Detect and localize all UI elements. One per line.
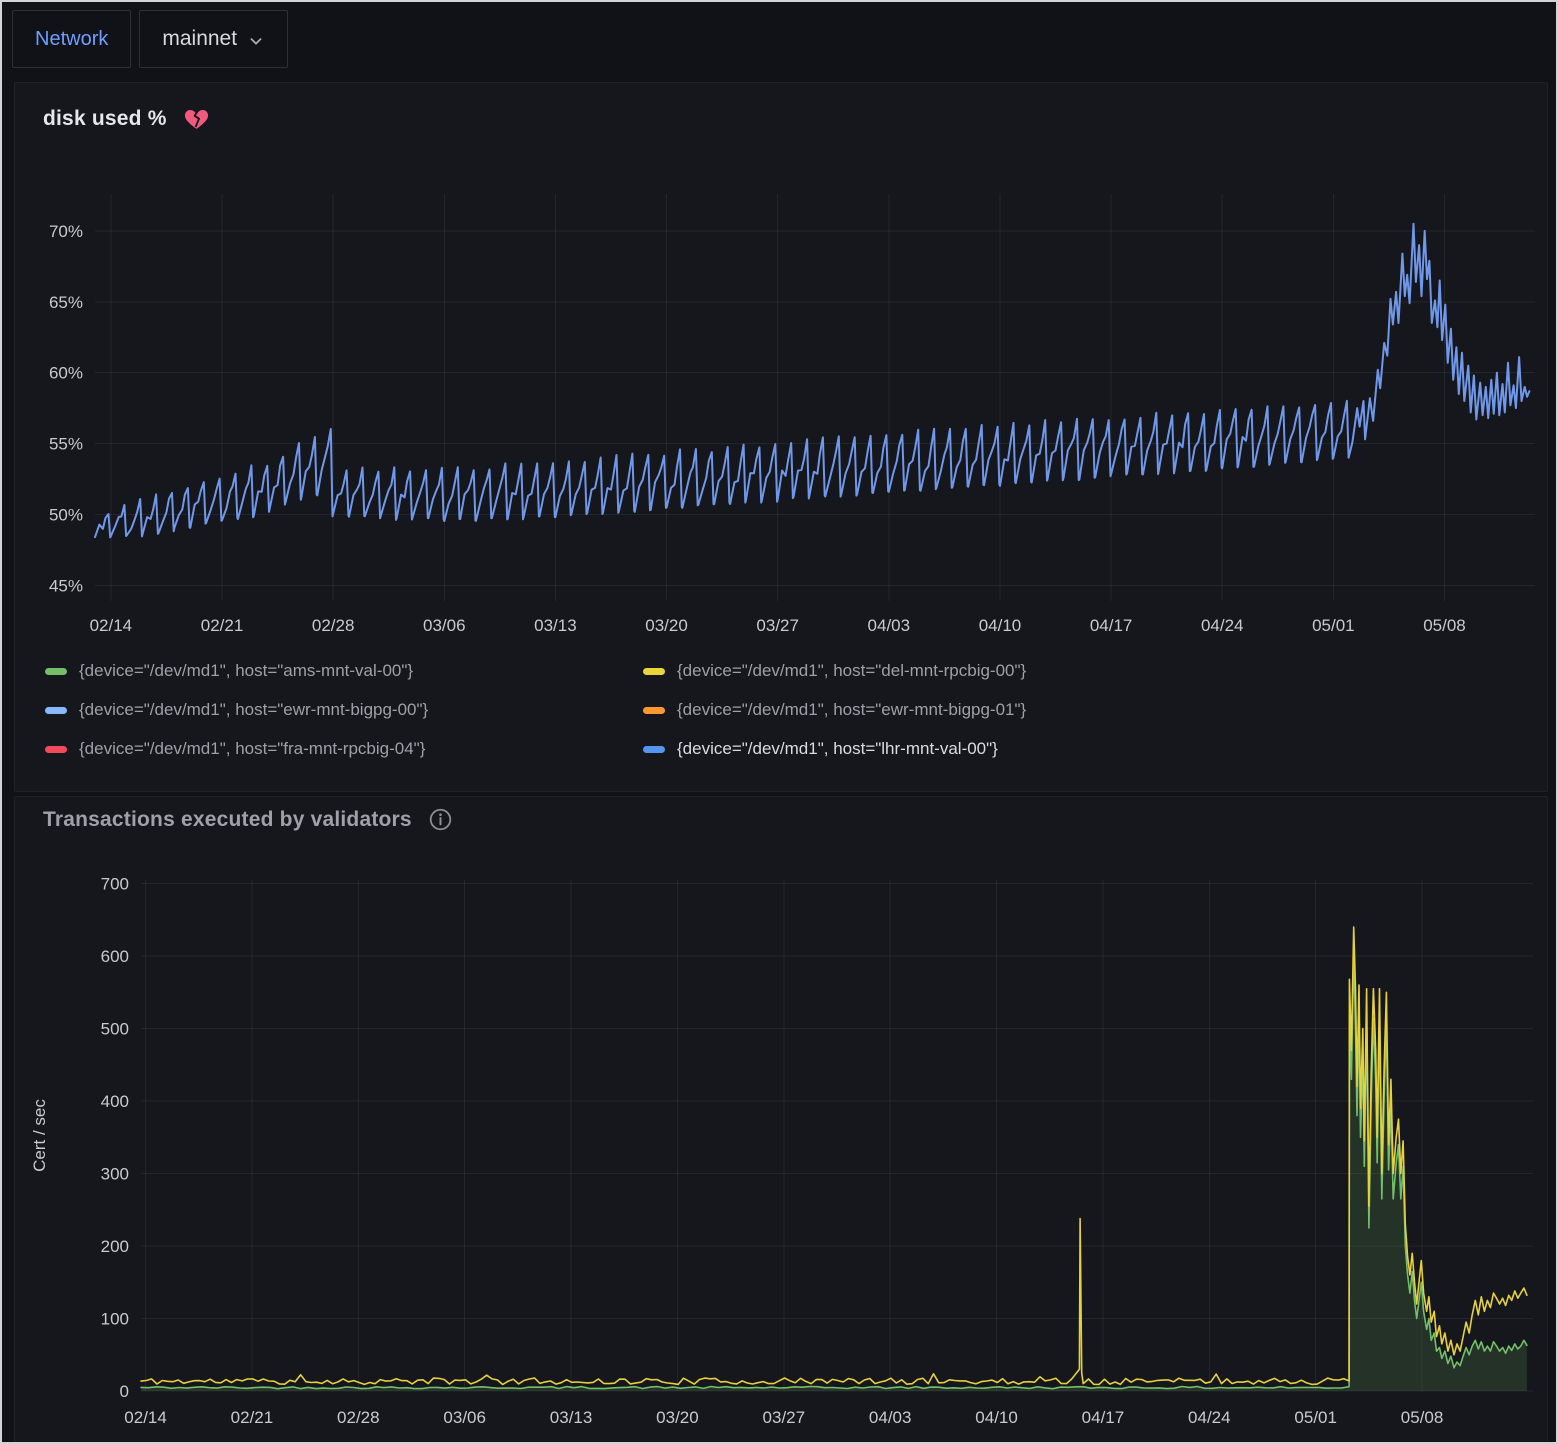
panel-title: Transactions executed by validators [43,808,412,832]
chevron-down-icon [247,32,265,50]
x-axis-tick: 03/27 [763,1408,806,1427]
y-axis-tick: 100 [101,1310,129,1329]
x-axis-tick: 02/28 [337,1408,380,1427]
legend-label: {device="/dev/md1", host="del-mnt-rpcbig… [677,661,1026,681]
legend-swatch-icon [643,746,665,753]
panel-disk-used-header: disk used % [43,105,210,132]
series-fill [141,949,1527,1391]
legend-swatch-icon [45,746,67,753]
dashboard: Network mainnet disk used % 45% 50% 55% 60%… [0,0,1558,1444]
x-axis-tick: 04/03 [868,616,911,635]
y-axis-tick: 65% [49,293,83,312]
x-axis-tick: 03/20 [645,616,688,635]
legend-swatch-icon [643,707,665,714]
disk-used-legend: {device="/dev/md1", host="ams-mnt-val-00… [45,661,1026,759]
x-axis-tick: 05/08 [1401,1408,1444,1427]
legend-label: {device="/dev/md1", host="lhr-mnt-val-00… [677,739,998,759]
y-axis-tick: 50% [49,505,83,524]
panel-transactions: Transactions executed by validators 0 100… [14,796,1548,1444]
legend-swatch-icon [45,707,67,714]
network-variable-dropdown[interactable]: mainnet [139,10,288,68]
x-axis-tick: 03/13 [534,616,577,635]
network-value: mainnet [162,27,237,51]
legend-item[interactable]: {device="/dev/md1", host="ewr-mnt-bigpg-… [45,700,643,720]
legend-label: {device="/dev/md1", host="ams-mnt-val-00… [79,661,413,681]
variables-bar: Network mainnet [12,10,288,68]
x-axis-tick: 02/14 [124,1408,167,1427]
info-icon[interactable] [428,807,453,832]
legend-item[interactable]: {device="/dev/md1", host="lhr-mnt-val-00… [643,739,1026,759]
x-axis-tick: 02/21 [201,616,244,635]
x-axis-tick: 04/17 [1082,1408,1125,1427]
series-line [95,224,1529,538]
legend-swatch-icon [45,668,67,675]
transactions-chart[interactable]: 0 100 200 300 400 500 600 700 02/14 02/21 02/28 03/… [15,847,1549,1444]
x-axis-tick: 03/20 [656,1408,699,1427]
legend-item[interactable]: {device="/dev/md1", host="del-mnt-rpcbig… [643,661,1026,681]
x-axis-tick: 02/14 [90,616,133,635]
y-axis-tick: 0 [120,1382,129,1401]
broken-heart-icon [183,105,210,132]
x-axis-tick: 03/13 [550,1408,593,1427]
x-axis-tick: 03/06 [423,616,466,635]
series-line [141,927,1527,1384]
y-axis-tick: 45% [49,576,83,595]
network-variable-label: Network [12,10,131,68]
y-axis-tick: 55% [49,435,83,454]
panel-disk-used: disk used % 45% 50% 55% 60% 65% 70% 02/14 02/21… [14,82,1548,792]
x-axis-tick: 02/21 [231,1408,274,1427]
y-axis-tick: 700 [101,875,129,894]
y-axis-tick: 500 [101,1020,129,1039]
network-label: Network [35,28,108,51]
y-axis-tick: 600 [101,947,129,966]
legend-item[interactable]: {device="/dev/md1", host="fra-mnt-rpcbig… [45,739,643,759]
x-axis-tick: 04/10 [979,616,1022,635]
x-axis-tick: 02/28 [312,616,355,635]
legend-item[interactable]: {device="/dev/md1", host="ams-mnt-val-00… [45,661,643,681]
legend-item[interactable]: {device="/dev/md1", host="ewr-mnt-bigpg-… [643,700,1026,720]
legend-label: {device="/dev/md1", host="fra-mnt-rpcbig… [79,739,425,759]
legend-label: {device="/dev/md1", host="ewr-mnt-bigpg-… [79,700,428,720]
x-axis-tick: 05/08 [1423,616,1466,635]
x-axis-tick: 04/17 [1090,616,1133,635]
x-axis-tick: 05/01 [1312,616,1355,635]
y-axis-tick: 400 [101,1092,129,1111]
y-axis-tick: 60% [49,364,83,383]
x-axis-tick: 03/27 [756,616,799,635]
x-axis-tick: 04/10 [975,1408,1018,1427]
x-axis-tick: 04/24 [1188,1408,1231,1427]
panel-transactions-header: Transactions executed by validators [43,807,453,832]
x-axis-tick: 04/24 [1201,616,1244,635]
panel-title: disk used % [43,107,167,131]
y-axis-tick: 200 [101,1237,129,1256]
y-axis-tick: 300 [101,1165,129,1184]
y-axis-tick: 70% [49,222,83,241]
x-axis-tick: 05/01 [1294,1408,1337,1427]
series-line [141,949,1527,1389]
y-axis-label: Cert / sec [30,1099,49,1172]
legend-swatch-icon [643,668,665,675]
x-axis-tick: 04/03 [869,1408,912,1427]
legend-label: {device="/dev/md1", host="ewr-mnt-bigpg-… [677,700,1026,720]
disk-used-chart[interactable]: 45% 50% 55% 60% 65% 70% 02/14 02/21 02/28 03/06 03… [15,183,1549,653]
x-axis-tick: 03/06 [443,1408,486,1427]
